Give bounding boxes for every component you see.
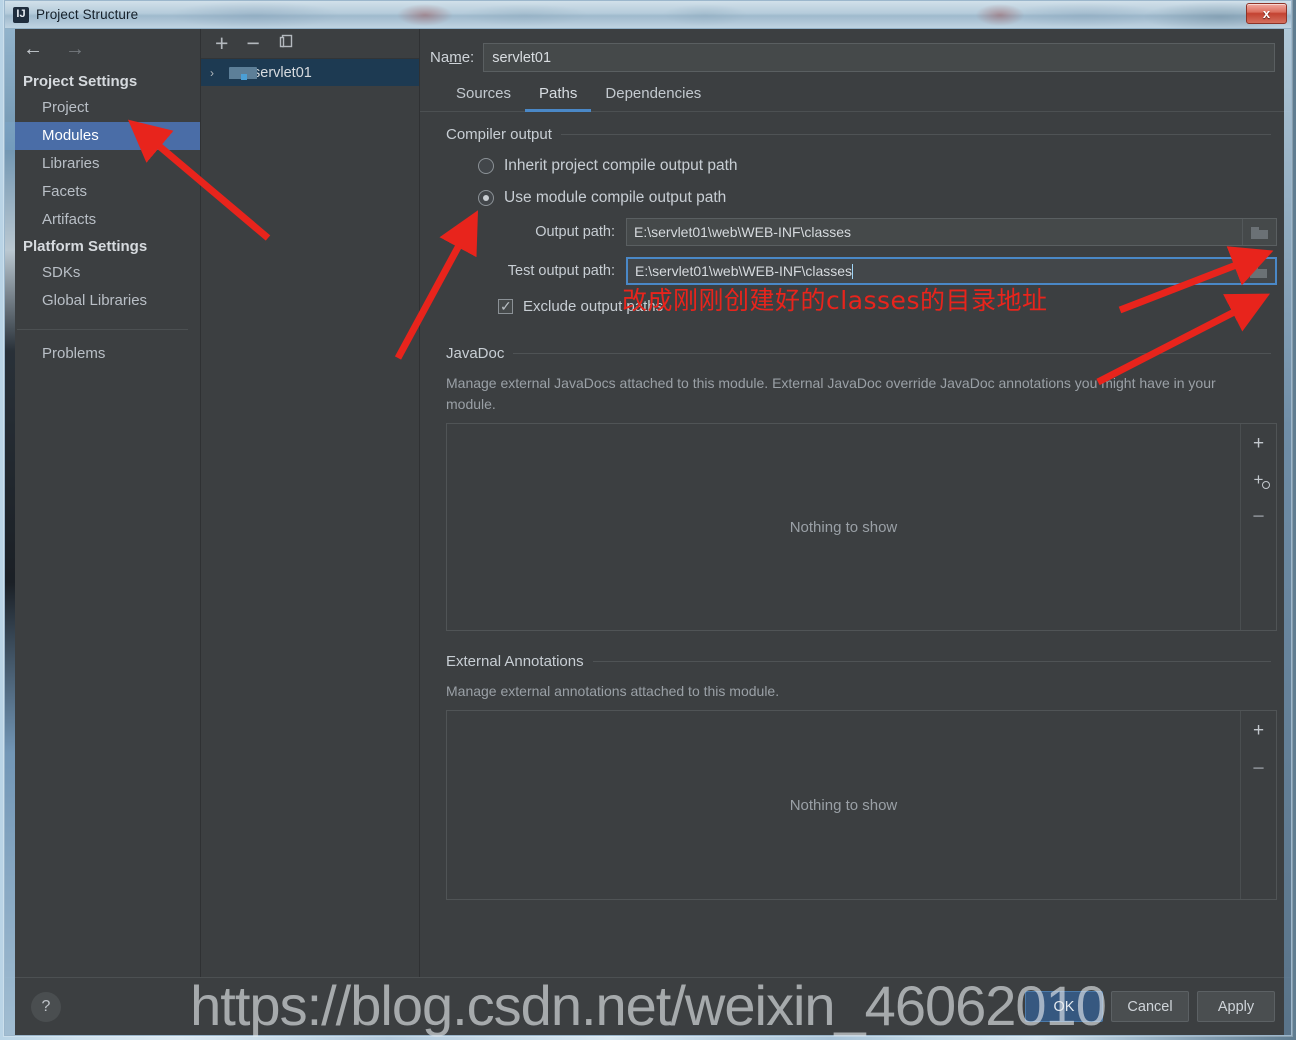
external-annotations-list-buttons: + − <box>1240 711 1276 899</box>
exclude-output-paths-row[interactable]: Exclude output paths <box>424 297 1277 315</box>
module-folder-icon <box>229 66 257 80</box>
compiler-output-section: Compiler output Inherit project compile … <box>424 126 1277 315</box>
help-icon[interactable]: ? <box>31 991 61 1022</box>
sidebar-item-problems[interactable]: Problems <box>5 340 200 368</box>
annotations-add-icon[interactable]: + <box>1253 721 1264 740</box>
compiler-output-heading: Compiler output <box>424 126 1277 143</box>
paths-tab-content: Compiler output Inherit project compile … <box>420 112 1291 1035</box>
window-title: Project Structure <box>36 7 139 22</box>
exclude-output-paths-label: Exclude output paths <box>523 298 664 315</box>
cancel-button[interactable]: Cancel <box>1111 991 1189 1022</box>
module-name-label: servlet01 <box>253 64 312 81</box>
tab-dependencies[interactable]: Dependencies <box>591 83 715 112</box>
output-path-value: E:\servlet01\web\WEB-INF\classes <box>634 224 852 240</box>
module-tabs: Sources Paths Dependencies <box>420 72 1291 112</box>
module-name-input[interactable] <box>483 43 1275 72</box>
tab-paths[interactable]: Paths <box>525 83 592 112</box>
sidebar-group-platform-settings: Platform Settings <box>23 238 148 255</box>
title-bar: IJ Project Structure x <box>5 1 1291 29</box>
sidebar-group-project-settings: Project Settings <box>23 73 138 90</box>
sidebar-item-facets[interactable]: Facets <box>5 178 200 206</box>
window-left-edge-strip <box>5 29 15 1035</box>
modules-list-panel: + − › servlet01 <box>201 29 420 1035</box>
sidebar-item-artifacts[interactable]: Artifacts <box>5 206 200 234</box>
navigation-arrows: ← → <box>5 35 200 69</box>
javadoc-add-url-icon[interactable]: + <box>1254 471 1271 489</box>
javadoc-add-icon[interactable]: + <box>1253 434 1264 453</box>
dialog-bottom-bar: ? OK Cancel Apply <box>5 977 1291 1035</box>
output-path-label: Output path: <box>535 224 615 240</box>
javadoc-description: Manage external JavaDocs attached to thi… <box>446 375 1216 412</box>
module-output-label: Use module compile output path <box>504 189 727 206</box>
dialog-action-buttons: OK Cancel Apply <box>1025 991 1291 1022</box>
window-right-edge-strip <box>1284 29 1291 1035</box>
title-bar-background-blur <box>5 1 1291 28</box>
sidebar-divider <box>17 329 188 330</box>
test-output-path-browse-icon[interactable] <box>1241 259 1275 283</box>
ok-button[interactable]: OK <box>1025 991 1103 1022</box>
external-annotations-empty-text: Nothing to show <box>789 796 898 814</box>
tab-sources[interactable]: Sources <box>442 83 525 112</box>
inherit-output-radio[interactable] <box>478 158 494 174</box>
text-caret <box>852 264 854 279</box>
sidebar-item-project[interactable]: Project <box>5 94 200 122</box>
output-path-field[interactable]: E:\servlet01\web\WEB-INF\classes <box>626 218 1277 246</box>
section-rule <box>513 353 1271 354</box>
test-output-path-value-wrap: E:\servlet01\web\WEB-INF\classes <box>628 263 1241 279</box>
external-annotations-list-box[interactable]: Nothing to show + − <box>446 710 1277 900</box>
annotations-remove-icon[interactable]: − <box>1252 758 1264 779</box>
module-editor-panel: Name: Sources Paths Dependencies Compile… <box>420 29 1291 1035</box>
test-output-path-value: E:\servlet01\web\WEB-INF\classes <box>635 263 853 279</box>
output-path-row: Output path: E:\servlet01\web\WEB-INF\cl… <box>424 218 1277 246</box>
add-module-icon[interactable]: + <box>215 32 228 55</box>
settings-sidebar: ← → Project Settings Project Modules Lib… <box>5 29 201 1035</box>
external-annotations-section: External Annotations Manage external ann… <box>424 653 1277 900</box>
module-name-row: Name: <box>420 29 1291 72</box>
external-annotations-description: Manage external annotations attached to … <box>446 683 780 699</box>
sidebar-item-modules[interactable]: Modules <box>5 122 200 150</box>
section-rule <box>560 134 1271 135</box>
javadoc-title: JavaDoc <box>446 345 505 362</box>
apply-button[interactable]: Apply <box>1197 991 1275 1022</box>
section-rule <box>592 661 1271 662</box>
inherit-output-label: Inherit project compile output path <box>504 157 738 174</box>
external-annotations-title: External Annotations <box>446 653 584 670</box>
test-output-path-label: Test output path: <box>507 263 615 279</box>
module-output-radio-row[interactable]: Use module compile output path <box>424 189 1277 207</box>
inherit-output-radio-row[interactable]: Inherit project compile output path <box>424 157 1277 175</box>
back-arrow-icon[interactable]: ← <box>23 39 43 59</box>
javadoc-heading: JavaDoc <box>424 345 1277 362</box>
sidebar-item-libraries[interactable]: Libraries <box>5 150 200 178</box>
output-path-browse-icon[interactable] <box>1242 219 1276 245</box>
copy-module-icon[interactable] <box>278 33 295 54</box>
javadoc-list-box[interactable]: Nothing to show + + − <box>446 423 1277 631</box>
exclude-output-paths-checkbox[interactable] <box>498 297 513 315</box>
dialog-body: ← → Project Settings Project Modules Lib… <box>5 29 1291 1035</box>
test-output-path-field[interactable]: E:\servlet01\web\WEB-INF\classes <box>626 257 1277 285</box>
javadoc-remove-icon[interactable]: − <box>1252 506 1264 527</box>
module-output-radio[interactable] <box>478 190 494 206</box>
javadoc-section: JavaDoc Manage external JavaDocs attache… <box>424 345 1277 631</box>
chevron-right-icon[interactable]: › <box>210 66 222 80</box>
external-annotations-heading: External Annotations <box>424 653 1277 670</box>
close-icon[interactable]: x <box>1246 3 1287 24</box>
remove-module-icon[interactable]: − <box>246 32 259 55</box>
project-structure-dialog: IJ Project Structure x ← → Project Setti… <box>4 0 1292 1036</box>
modules-toolbar: + − <box>201 29 419 59</box>
javadoc-list-buttons: + + − <box>1240 424 1276 630</box>
compiler-output-title: Compiler output <box>446 126 552 143</box>
sidebar-item-sdks[interactable]: SDKs <box>5 259 200 287</box>
sidebar-item-global-libraries[interactable]: Global Libraries <box>5 287 200 315</box>
test-output-path-row: Test output path: E:\servlet01\web\WEB-I… <box>424 257 1277 285</box>
name-field-label: Name: <box>430 49 475 66</box>
intellij-idea-icon: IJ <box>13 6 29 23</box>
javadoc-empty-text: Nothing to show <box>789 518 898 536</box>
module-tree-item-servlet01[interactable]: › servlet01 <box>201 59 419 86</box>
forward-arrow-icon[interactable]: → <box>65 39 85 59</box>
